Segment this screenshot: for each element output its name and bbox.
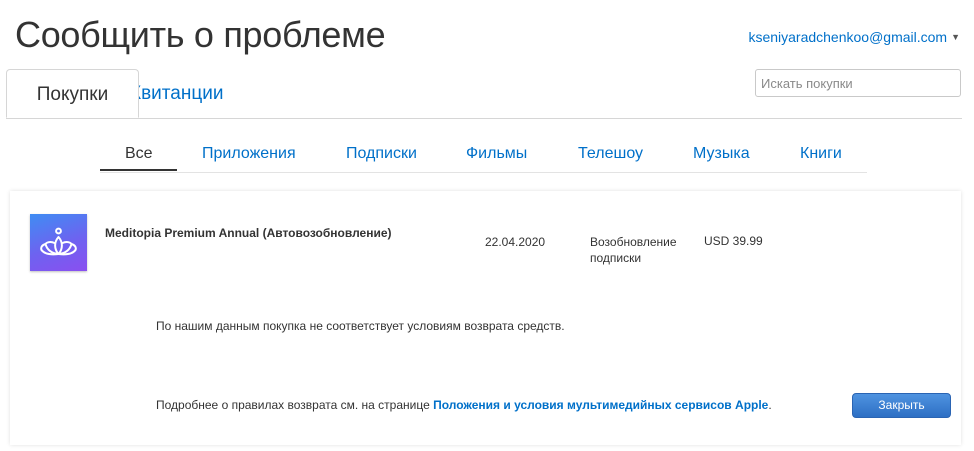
category-filter-bar: Все Приложения Подписки Фильмы Телешоу М…	[100, 137, 867, 173]
purchase-date: 22.04.2020	[485, 235, 546, 249]
purchase-type: Возобновление подписки	[590, 234, 690, 266]
tab-purchases[interactable]: Покупки	[6, 69, 139, 118]
filter-all[interactable]: Все	[125, 137, 153, 171]
tab-receipts[interactable]: Квитанции	[130, 69, 223, 119]
purchase-price: USD 39.99	[704, 234, 763, 248]
account-email[interactable]: kseniyaradchenkoo@gmail.com	[748, 29, 947, 45]
purchase-card: Meditopia Premium Annual (Автовозобновле…	[10, 191, 961, 445]
page-title: Сообщить о проблеме	[15, 14, 386, 55]
active-filter-underline	[100, 169, 177, 171]
purchase-type-line1: Возобновление	[590, 235, 677, 249]
purchase-type-line2: подписки	[590, 251, 642, 265]
search-input[interactable]	[755, 69, 961, 97]
filter-apps[interactable]: Приложения	[202, 137, 296, 171]
filter-movies[interactable]: Фильмы	[466, 137, 527, 171]
policy-suffix: .	[768, 398, 772, 412]
refund-policy-note: Подробнее о правилах возврата см. на стр…	[156, 398, 772, 412]
caret-down-icon[interactable]: ▼	[951, 32, 960, 42]
filter-tv-shows[interactable]: Телешоу	[578, 137, 643, 171]
filter-music[interactable]: Музыка	[693, 137, 750, 171]
filter-books[interactable]: Книги	[800, 137, 842, 171]
refund-eligibility-message: По нашим данным покупка не соответствует…	[156, 319, 565, 333]
account-menu[interactable]: kseniyaradchenkoo@gmail.com ▼	[748, 29, 960, 45]
policy-prefix: Подробнее о правилах возврата см. на стр…	[156, 398, 434, 412]
meditopia-lotus-icon	[30, 214, 87, 271]
purchase-title: Meditopia Premium Annual (Автовозобновле…	[105, 226, 392, 240]
close-button[interactable]: Закрыть	[852, 393, 951, 418]
apple-media-terms-link[interactable]: Положения и условия мультимедийных серви…	[433, 398, 768, 412]
filter-subscriptions[interactable]: Подписки	[346, 137, 417, 171]
